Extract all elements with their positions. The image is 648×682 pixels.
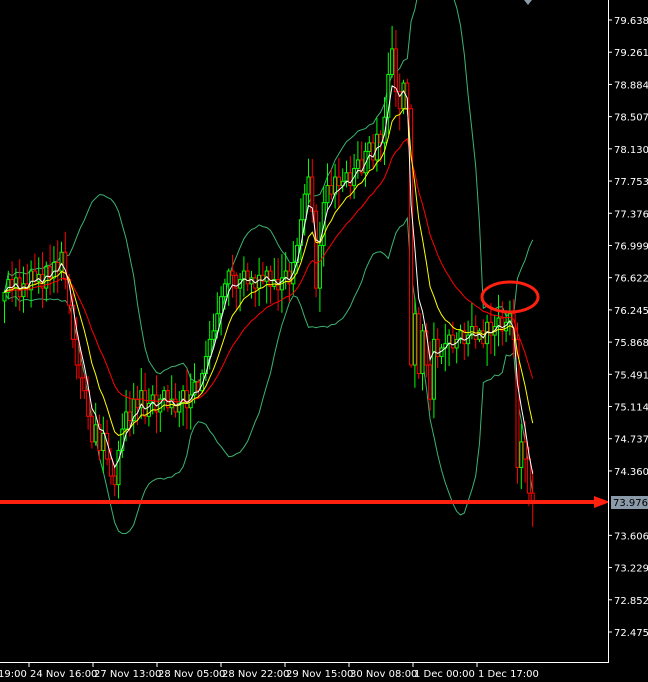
candle-body bbox=[112, 475, 117, 486]
candle-body bbox=[344, 172, 349, 182]
x-tick-label: 29 Nov 15:00 bbox=[286, 669, 353, 680]
candle-body bbox=[124, 411, 129, 430]
last-price-label: 73.976 bbox=[613, 498, 648, 509]
candle-body bbox=[412, 313, 417, 366]
y-tick-label: 75.114 bbox=[614, 403, 648, 414]
candle-body bbox=[431, 338, 436, 400]
candle-body bbox=[314, 210, 319, 289]
x-tick-label: 28 Nov 05:00 bbox=[158, 669, 225, 680]
candle-body bbox=[329, 185, 334, 195]
candle-body bbox=[82, 377, 87, 392]
x-tick-label: 1 Dec 00:00 bbox=[414, 669, 475, 680]
price-chart[interactable]: 79.638 79.261 78.884 78.507 78.130 77.753 77.3… bbox=[0, 0, 648, 682]
candle-body bbox=[257, 274, 262, 289]
candle-body bbox=[74, 338, 79, 366]
y-tick-label: 75.868 bbox=[614, 338, 648, 349]
x-tick-label: 19:00 bbox=[0, 669, 27, 680]
y-tick-label: 73.606 bbox=[614, 531, 648, 542]
candle-body bbox=[59, 251, 64, 272]
chart-background bbox=[0, 0, 648, 682]
y-tick-label: 79.638 bbox=[614, 16, 648, 27]
y-tick-label: 76.622 bbox=[614, 274, 648, 285]
candle-body bbox=[526, 458, 531, 494]
y-tick-label: 78.507 bbox=[614, 113, 648, 124]
y-tick-label: 78.130 bbox=[614, 145, 648, 156]
candle-body bbox=[219, 296, 224, 315]
candle-body bbox=[348, 172, 353, 187]
candle-body bbox=[230, 270, 235, 276]
y-tick-label: 76.999 bbox=[614, 241, 648, 252]
candle-body bbox=[245, 270, 250, 285]
candle-body bbox=[336, 176, 341, 187]
candle-body bbox=[51, 261, 56, 279]
candle-body bbox=[89, 415, 94, 443]
candle-body bbox=[143, 390, 148, 417]
x-tick-label: 1 Dec 17:00 bbox=[478, 669, 539, 680]
candle-body bbox=[317, 244, 322, 289]
candle-body bbox=[450, 334, 455, 349]
candle-body bbox=[355, 159, 360, 169]
candle bbox=[416, 307, 421, 379]
x-tick-label: 27 Nov 13:00 bbox=[94, 669, 161, 680]
y-tick-label: 74.360 bbox=[614, 467, 648, 478]
candle-body bbox=[32, 270, 37, 282]
candle bbox=[314, 204, 319, 298]
candle-body bbox=[78, 364, 83, 379]
candle-body bbox=[390, 48, 395, 76]
candle-body bbox=[101, 432, 106, 451]
x-tick-label: 28 Nov 22:00 bbox=[222, 669, 289, 680]
y-tick-label: 75.491 bbox=[614, 370, 648, 381]
candle-body bbox=[93, 424, 98, 443]
candle-body bbox=[2, 291, 7, 302]
candle-body bbox=[523, 441, 528, 460]
candle-body bbox=[306, 176, 311, 195]
y-tick-label: 78.884 bbox=[614, 80, 648, 91]
y-tick-label: 74.737 bbox=[614, 435, 648, 446]
y-tick-label: 72.852 bbox=[614, 596, 648, 607]
x-tick-label: 24 Nov 16:00 bbox=[30, 669, 97, 680]
candle-body bbox=[13, 277, 18, 289]
candle-body bbox=[367, 142, 372, 152]
y-tick-label: 76.245 bbox=[614, 306, 648, 317]
candle-body bbox=[211, 330, 216, 340]
candle-body bbox=[393, 48, 398, 93]
y-tick-label: 77.753 bbox=[614, 177, 648, 188]
candle-body bbox=[428, 364, 433, 400]
candle-body bbox=[321, 202, 326, 246]
y-tick-label: 77.376 bbox=[614, 209, 648, 220]
candle-body bbox=[226, 270, 231, 285]
candle-body bbox=[184, 390, 189, 409]
candle-body bbox=[207, 338, 212, 357]
candle-body bbox=[302, 193, 307, 221]
candle-body bbox=[416, 313, 421, 375]
candle-body bbox=[222, 283, 227, 298]
y-tick-label: 72.475 bbox=[614, 628, 648, 639]
y-tick-label: 79.261 bbox=[614, 48, 648, 59]
candle-body bbox=[519, 441, 524, 469]
candle-body bbox=[135, 398, 140, 409]
candle-body bbox=[29, 270, 34, 291]
y-tick-label: 73.229 bbox=[614, 564, 648, 575]
candle-body bbox=[420, 330, 425, 375]
candle-body bbox=[325, 185, 330, 204]
candle-body bbox=[108, 458, 113, 477]
candle-body bbox=[401, 82, 406, 110]
x-tick-label: 30 Nov 08:00 bbox=[350, 669, 417, 680]
candle-body bbox=[127, 411, 132, 422]
candle-body bbox=[310, 176, 315, 212]
candle-body bbox=[447, 334, 452, 345]
